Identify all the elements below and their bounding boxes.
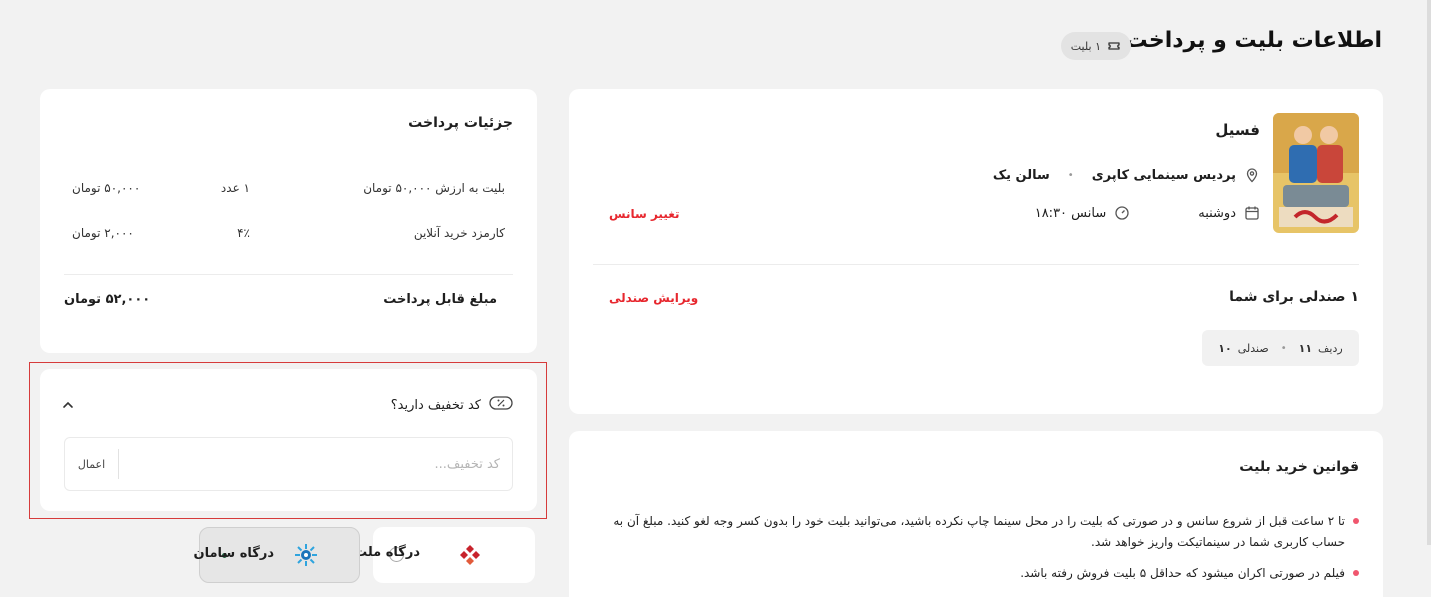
payment-row-qty: ۴٪ (237, 226, 250, 240)
clock-icon (1114, 205, 1130, 221)
rules-card: قوانین خرید بلیت تا ۲ ساعت قبل از شروع س… (569, 431, 1383, 597)
location-pin-icon (1244, 167, 1260, 183)
ticket-count-badge: ۱ بلیت (1060, 32, 1131, 60)
payment-row: کارمزد خرید آنلاین ۴٪ ۲,۰۰۰ تومان (40, 226, 537, 246)
payment-row-label: کارمزد خرید آنلاین (413, 226, 505, 240)
rules-list: تا ۲ ساعت قبل از شروع سانس و در صورتی که… (599, 511, 1359, 594)
payment-row-qty: ۱ عدد (220, 181, 250, 195)
row-label: ردیف (1318, 341, 1343, 355)
gateway-mellat-option[interactable]: درگاه ملت (354, 527, 535, 583)
mellat-logo-icon (458, 543, 482, 567)
discount-coupon-icon (489, 395, 513, 415)
chevron-up-icon[interactable] (60, 397, 76, 413)
hall-name: سالن یک (992, 167, 1050, 183)
total-amount: ۵۲,۰۰۰ تومان (64, 292, 151, 307)
edit-seat-link[interactable]: ویرایش صندلی (609, 291, 698, 305)
payment-row-amount: ۵۰,۰۰۰ تومان (72, 181, 141, 195)
session-day: دوشنبه (1198, 205, 1236, 221)
payment-row-amount: ۲,۰۰۰ تومان (72, 226, 134, 240)
seats-title: ۱ صندلی برای شما (1229, 289, 1359, 305)
separator-dot: • (1067, 169, 1074, 181)
page-title: اطلاعات بلیت و پرداخت (1125, 28, 1382, 53)
cinema-info-row: پردیس سینمایی کاپری • سالن یک (993, 167, 1260, 183)
calendar-icon (1244, 205, 1260, 221)
seat-label: صندلی (1237, 341, 1269, 355)
rules-title: قوانین خرید بلیت (1239, 459, 1359, 475)
payment-row-label: بلیت به ارزش ۵۰,۰۰۰ تومان (363, 181, 505, 195)
scrollbar[interactable] (1427, 0, 1431, 545)
total-label: مبلغ قابل پرداخت (383, 292, 497, 307)
change-session-link[interactable]: تغییر سانس (609, 207, 680, 221)
discount-field: اعمال (64, 437, 513, 491)
divider (593, 264, 1359, 265)
ticket-count: ۱ بلیت (1070, 39, 1101, 53)
gateway-name: درگاه سامان (193, 546, 275, 561)
discount-toggle[interactable]: کد تخفیف دارید؟ (391, 395, 513, 415)
rule-item: تا ۲ ساعت قبل از شروع سانس و در صورتی که… (599, 511, 1359, 553)
payment-details-card: جزئیات پرداخت بلیت به ارزش ۵۰,۰۰۰ تومان … (40, 89, 537, 353)
gateway-saman-option[interactable]: درگاه سامان (194, 527, 360, 583)
divider (64, 274, 513, 275)
seat-value: ۱۰ (1218, 341, 1232, 355)
seat-chip: ردیف ۱۱ • صندلی ۱۰ (1202, 330, 1359, 366)
separator-dot: • (1280, 342, 1287, 354)
discount-code-input[interactable] (119, 438, 512, 490)
row-value: ۱۱ (1298, 341, 1313, 355)
session-time: سانس ۱۸:۳۰ (1034, 205, 1107, 221)
payment-row: بلیت به ارزش ۵۰,۰۰۰ تومان ۱ عدد ۵۰,۰۰۰ ت… (40, 181, 537, 201)
rule-item: فیلم در صورتی اکران میشود که حداقل ۵ بلی… (599, 563, 1359, 584)
movie-poster (1273, 113, 1359, 233)
movie-title: فسیل (1215, 121, 1260, 139)
ticket-icon (1107, 39, 1121, 53)
session-info-row: دوشنبه سانس ۱۸:۳۰ (1035, 205, 1260, 221)
cinema-name: پردیس سینمایی کاپری (1091, 167, 1236, 183)
gateway-name: درگاه ملت (354, 545, 420, 560)
apply-discount-button[interactable]: اعمال (65, 449, 119, 479)
payment-title: جزئیات پرداخت (408, 115, 513, 131)
discount-question: کد تخفیف دارید؟ (390, 397, 481, 413)
discount-card: کد تخفیف دارید؟ اعمال (40, 369, 537, 511)
movie-card: فسیل پردیس سینمایی کاپری • سالن یک دوشنب… (569, 89, 1383, 414)
saman-logo-icon (294, 543, 318, 567)
